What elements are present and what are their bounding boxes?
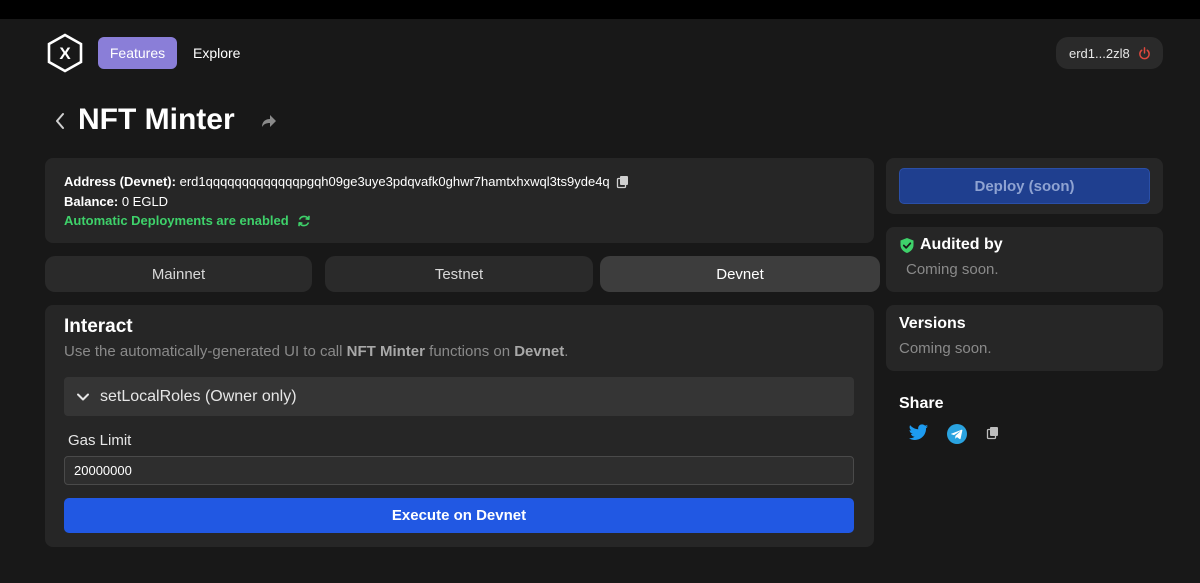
subtitle-pre: Use the automatically-generated UI to ca… <box>64 343 347 360</box>
audited-status: Coming soon. <box>906 261 999 278</box>
function-accordion[interactable]: setLocalRoles (Owner only) <box>64 377 854 416</box>
share-title: Share <box>899 395 944 412</box>
auto-deploy-text: Automatic Deployments are enabled <box>64 213 289 228</box>
multiversx-logo-icon[interactable]: X <box>46 33 84 73</box>
tab-devnet[interactable]: Devnet <box>600 256 880 292</box>
contract-info-card: Address (Devnet): erd1qqqqqqqqqqqqqpgqh0… <box>45 158 874 243</box>
subtitle-contract: NFT Minter <box>346 343 425 360</box>
subtitle-network: Devnet <box>514 343 565 360</box>
wallet-address: erd1...2zl8 <box>1069 45 1130 61</box>
shield-check-icon <box>900 237 914 253</box>
address-row: Address (Devnet): erd1qqqqqqqqqqqqqpgqh0… <box>64 172 855 192</box>
address-label: Address (Devnet): <box>64 174 176 189</box>
refresh-icon[interactable] <box>297 214 311 228</box>
wallet-button[interactable]: erd1...2zl8 <box>1056 37 1163 69</box>
audited-title: Audited by <box>920 236 1003 253</box>
tab-mainnet[interactable]: Mainnet <box>45 256 312 292</box>
versions-title: Versions <box>899 315 966 332</box>
balance-row: Balance: 0 EGLD <box>64 192 855 212</box>
nav-features-button[interactable]: Features <box>98 37 177 69</box>
balance-label: Balance: <box>64 193 119 209</box>
interact-subtitle: Use the automatically-generated UI to ca… <box>64 343 568 360</box>
subtitle-mid: functions on <box>424 343 515 360</box>
subtitle-post: . <box>564 343 569 360</box>
auto-deploy-status: Automatic Deployments are enabled <box>64 211 855 231</box>
interact-title: Interact <box>64 316 133 337</box>
top-bar <box>0 0 1200 19</box>
nav-explore-link[interactable]: Explore <box>193 37 240 69</box>
gas-limit-label: Gas Limit <box>68 432 132 449</box>
address-value: erd1qqqqqqqqqqqqqpgqh09ge3uye3pdqvafk0gh… <box>179 174 610 189</box>
twitter-icon[interactable] <box>908 424 929 447</box>
execute-button[interactable]: Execute on Devnet <box>64 498 854 533</box>
page-title: NFT Minter <box>78 103 235 136</box>
copy-link-icon[interactable] <box>986 426 1000 445</box>
share-arrow-icon[interactable] <box>259 112 277 130</box>
versions-status: Coming soon. <box>899 340 992 357</box>
telegram-icon[interactable] <box>947 424 967 449</box>
gas-limit-input[interactable] <box>64 456 854 485</box>
copy-icon[interactable] <box>616 175 630 189</box>
balance-value: 0 EGLD <box>121 193 169 209</box>
svg-text:X: X <box>59 44 71 63</box>
function-label: setLocalRoles (Owner only) <box>100 387 297 405</box>
power-icon[interactable] <box>1138 46 1151 60</box>
chevron-down-icon <box>77 393 89 400</box>
tab-testnet[interactable]: Testnet <box>325 256 593 292</box>
chevron-left-icon[interactable] <box>52 110 68 132</box>
audited-heading: Audited by <box>899 236 1003 254</box>
deploy-button[interactable]: Deploy (soon) <box>899 168 1150 204</box>
